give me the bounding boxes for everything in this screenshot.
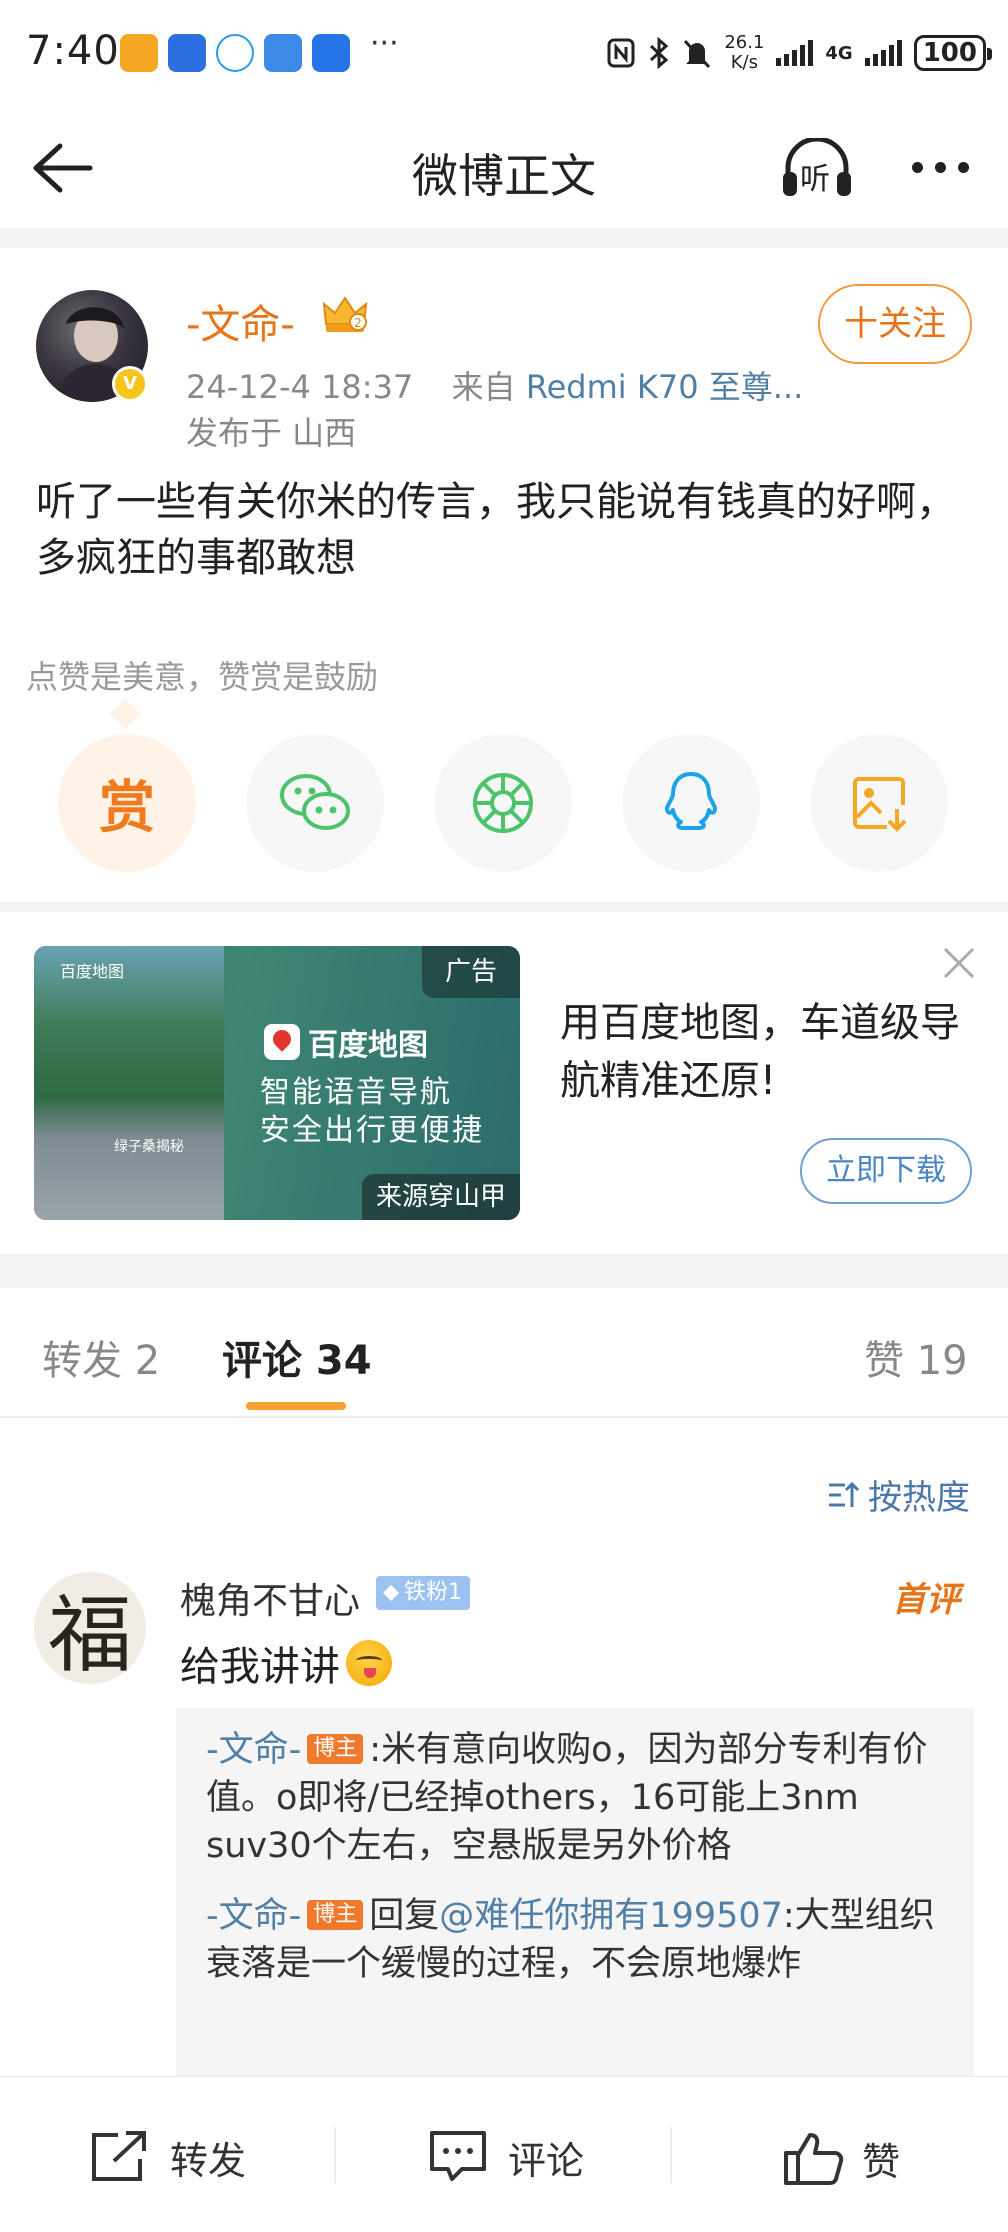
- listen-button[interactable]: 听: [780, 136, 854, 198]
- share-moments-button[interactable]: [434, 734, 572, 872]
- ad-mini-brand: 百度地图: [60, 962, 125, 981]
- ad-brand: 百度地图: [264, 1020, 428, 1064]
- ad-road-photo: [34, 946, 224, 1220]
- more-options-icon[interactable]: [912, 162, 969, 173]
- listen-label: 听: [800, 162, 830, 197]
- divider: [0, 1416, 1008, 1418]
- commenter-avatar[interactable]: 福: [34, 1572, 146, 1684]
- share-qq-button[interactable]: [622, 734, 760, 872]
- author-name[interactable]: -文命-: [186, 292, 295, 350]
- tab-likes[interactable]: 赞 19: [864, 1328, 968, 1386]
- reward-button[interactable]: 赏: [58, 734, 196, 872]
- ad-road-caption: 绿子桑揭秘: [114, 1139, 184, 1155]
- tab-comments[interactable]: 评论 34: [222, 1328, 372, 1386]
- page-title: 微博正文: [412, 149, 596, 203]
- tab-active-indicator: [246, 1402, 346, 1410]
- signal-icon: [776, 40, 814, 66]
- notification-app-icon: [312, 34, 350, 72]
- wechat-icon: [280, 774, 350, 830]
- network-type: 4G: [825, 42, 853, 64]
- host-badge: 博主: [307, 1900, 364, 1930]
- qq-icon: [665, 772, 717, 830]
- reward-tip: 点赞是美意，赞赏是鼓励: [26, 658, 379, 696]
- post-text: 听了一些有关你米的传言，我只能说有钱真的好啊，多疯狂的事都敢想: [36, 479, 956, 581]
- reply-author[interactable]: -文命-: [206, 1896, 301, 1936]
- notification-app-icon: [168, 34, 206, 72]
- ad-headline[interactable]: 用百度地图，车道级导航精准还原!: [560, 994, 980, 1110]
- more-notifications-icon: ···: [370, 26, 399, 61]
- battery-indicator: 100: [913, 35, 993, 71]
- thumbs-up-icon: [784, 2133, 844, 2185]
- sort-icon: [829, 1481, 860, 1507]
- tip-pointer: [109, 698, 141, 730]
- like-button[interactable]: 赞: [782, 2129, 900, 2187]
- post-meta: 24-12-4 18:37 来自 Redmi K70 至尊...: [186, 362, 803, 408]
- reply-thread[interactable]: -文命- 博主:米有意向收购o，因为部分专利有价值。o即将/已经掉others，1…: [176, 1708, 974, 2088]
- status-bar: 7:40 ··· 26.1 K/s 4G 100: [0, 0, 1008, 104]
- sort-by-hot-button[interactable]: 按热度: [826, 1470, 970, 1519]
- reply-item: -文命- 博主:米有意向收购o，因为部分专利有价值。o即将/已经掉others，1…: [206, 1730, 928, 1866]
- save-image-icon: [853, 777, 907, 832]
- commenter-name[interactable]: 槐角不甘心: [180, 1572, 360, 1624]
- member-crown-icon: 2: [322, 296, 368, 332]
- verified-badge: V: [112, 366, 148, 402]
- fan-badge: 铁粉1: [376, 1576, 470, 1610]
- ad-download-button[interactable]: 立即下载: [800, 1138, 972, 1204]
- svg-text:2: 2: [354, 316, 362, 330]
- status-indicators: 26.1 K/s 4G 100: [606, 28, 993, 78]
- host-badge: 博主: [307, 1734, 364, 1764]
- comment-text: 给我讲讲: [180, 1634, 392, 1692]
- status-time: 7:40: [26, 28, 120, 74]
- notification-weather-icon: [264, 34, 302, 72]
- reply-author[interactable]: -文命-: [206, 1730, 301, 1770]
- post-location: 发布于 山西: [186, 414, 357, 452]
- bluetooth-icon: [650, 37, 669, 69]
- diamond-icon: [383, 1585, 399, 1601]
- source-device[interactable]: Redmi K70 至尊...: [526, 368, 803, 406]
- nfc-icon: [607, 38, 635, 68]
- emoji-icon: [346, 1640, 392, 1686]
- mention-link[interactable]: @难任你拥有199507: [439, 1896, 783, 1936]
- source-prefix: 来自: [451, 368, 516, 406]
- ad-image[interactable]: 百度地图 绿子桑揭秘 广告 百度地图 智能语音导航 安全出行更便捷 来源穿山甲: [34, 946, 520, 1220]
- first-comment-badge: 首评: [892, 1580, 960, 1620]
- share-wechat-button[interactable]: [246, 734, 384, 872]
- follow-button[interactable]: 十关注: [818, 284, 972, 364]
- save-image-button[interactable]: [810, 734, 948, 872]
- bottom-action-bar: 转发 评论 赞: [0, 2076, 1008, 2232]
- ad-tag: 广告: [422, 946, 520, 998]
- divider: [0, 902, 1008, 912]
- divider: [0, 228, 1008, 248]
- comment-icon: [430, 2131, 486, 2181]
- close-ad-icon[interactable]: [942, 946, 976, 980]
- notification-app-icon: [120, 34, 158, 72]
- repost-button[interactable]: 转发: [88, 2129, 246, 2185]
- moments-icon: [473, 773, 533, 833]
- post-timestamp: 24-12-4 18:37: [186, 368, 414, 406]
- sort-label: 按热度: [868, 1478, 970, 1518]
- top-nav: 微博正文 听: [0, 104, 1008, 228]
- tab-repost[interactable]: 转发 2: [42, 1328, 160, 1386]
- ad-source: 来源穿山甲: [361, 1174, 520, 1220]
- map-pin-icon: [264, 1024, 300, 1060]
- net-speed: 26.1 K/s: [724, 32, 765, 73]
- notification-app-icon: [216, 34, 254, 72]
- divider: [0, 1254, 1008, 1288]
- repost-icon: [92, 2131, 146, 2181]
- reply-item: -文命- 博主 回复@难任你拥有199507:大型组织衰落是一个缓慢的过程，不会原地…: [206, 1896, 935, 1984]
- divider: [334, 2127, 336, 2183]
- ad-slogan: 智能语音导航 安全出行更便捷: [260, 1075, 484, 1148]
- divider: [670, 2127, 672, 2183]
- mute-bell-icon: [684, 39, 711, 69]
- signal-icon-2: [864, 40, 902, 66]
- comment-button[interactable]: 评论: [426, 2129, 584, 2185]
